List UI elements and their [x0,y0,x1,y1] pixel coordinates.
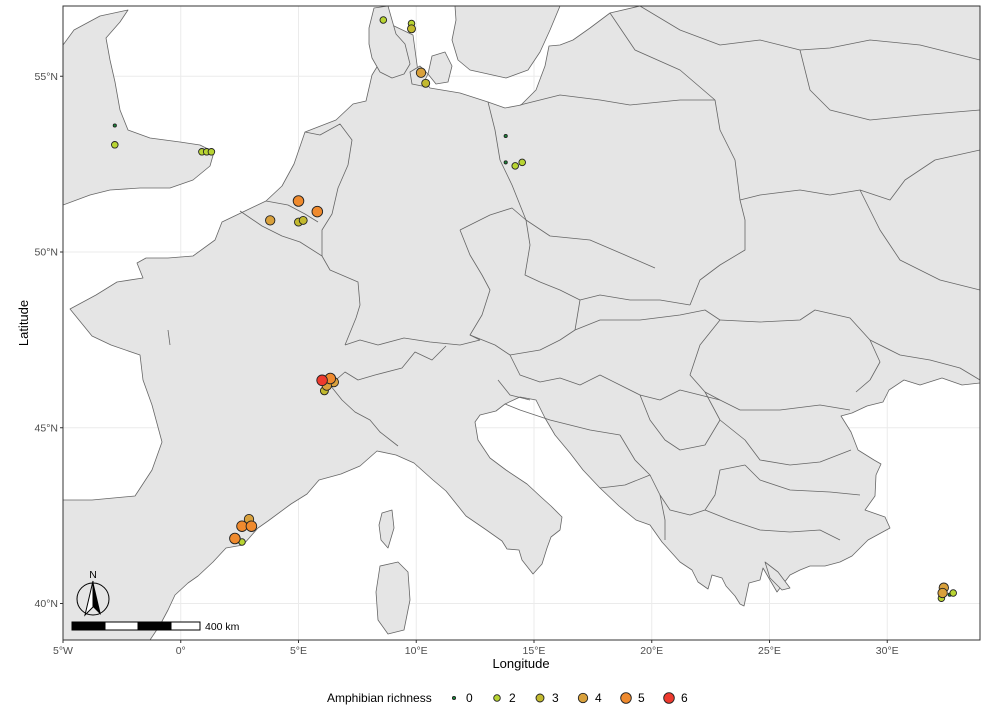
x-tick-label: 10°E [405,645,428,657]
y-tick-label: 45°N [35,422,58,434]
richness-point [407,24,416,34]
legend-label: 0 [466,691,473,705]
legend-key [451,695,457,701]
scale-bar-segment-3 [137,621,172,631]
richness-point [379,16,388,24]
richness-point [503,133,508,139]
richness-point [207,148,216,156]
scale-bar-segment-2 [104,621,139,631]
x-tick-label: 0° [176,645,186,657]
scale-bar-segment-1 [71,621,106,631]
richness-point [511,162,519,170]
map-figure: 5°W 0° 5°E 10°E 15°E 20°E 25°E 30°E 40°N45°N50°… [16,5,981,705]
y-tick-label: 40°N [35,598,58,610]
legend-label: 4 [595,691,602,705]
richness-point [292,195,305,207]
richness-point [298,215,308,225]
land-sardinia [375,561,411,635]
legend-label: 2 [509,691,516,705]
richness-point [937,587,948,599]
richness-point [112,123,117,128]
x-axis-title: Longitude [492,656,549,671]
legend-key [663,692,675,704]
x-tick-label: 5°E [290,645,307,657]
legend-label: 3 [552,691,559,705]
legend-label: 6 [681,691,688,705]
x-tick-label: 5°W [53,645,73,657]
richness-point [421,78,431,88]
y-axis: 40°N 45°N 50°N 55°N [35,71,63,610]
x-tick-label: 20°E [640,645,663,657]
richness-point [229,532,241,545]
north-arrow-label: N [89,569,97,581]
richness-point [518,158,526,167]
x-axis: 5°W 0° 5°E 10°E 15°E 20°E 25°E 30°E [53,640,899,657]
legend-key [493,694,501,702]
richness-point [503,160,508,165]
legend: Amphibian richness 0 2 3 4 5 6 [327,691,688,705]
richness-point [316,374,328,387]
y-axis-title: Latitude [16,300,31,346]
richness-point [245,520,258,532]
y-tick-label: 50°N [35,247,58,259]
richness-point [415,67,427,78]
richness-point [111,141,119,149]
y-tick-label: 55°N [35,71,58,83]
x-tick-label: 30°E [876,645,899,657]
legend-title: Amphibian richness [327,691,432,705]
legend-label: 5 [638,691,645,705]
x-tick-label: 25°E [758,645,781,657]
scale-bar-segment-4 [170,621,201,631]
legend-key [577,692,589,704]
legend-key [620,692,632,704]
legend-key [535,693,545,703]
richness-point [265,215,276,226]
richness-point [311,205,324,218]
scale-bar-label: 400 km [205,621,240,633]
richness-point [949,589,957,597]
